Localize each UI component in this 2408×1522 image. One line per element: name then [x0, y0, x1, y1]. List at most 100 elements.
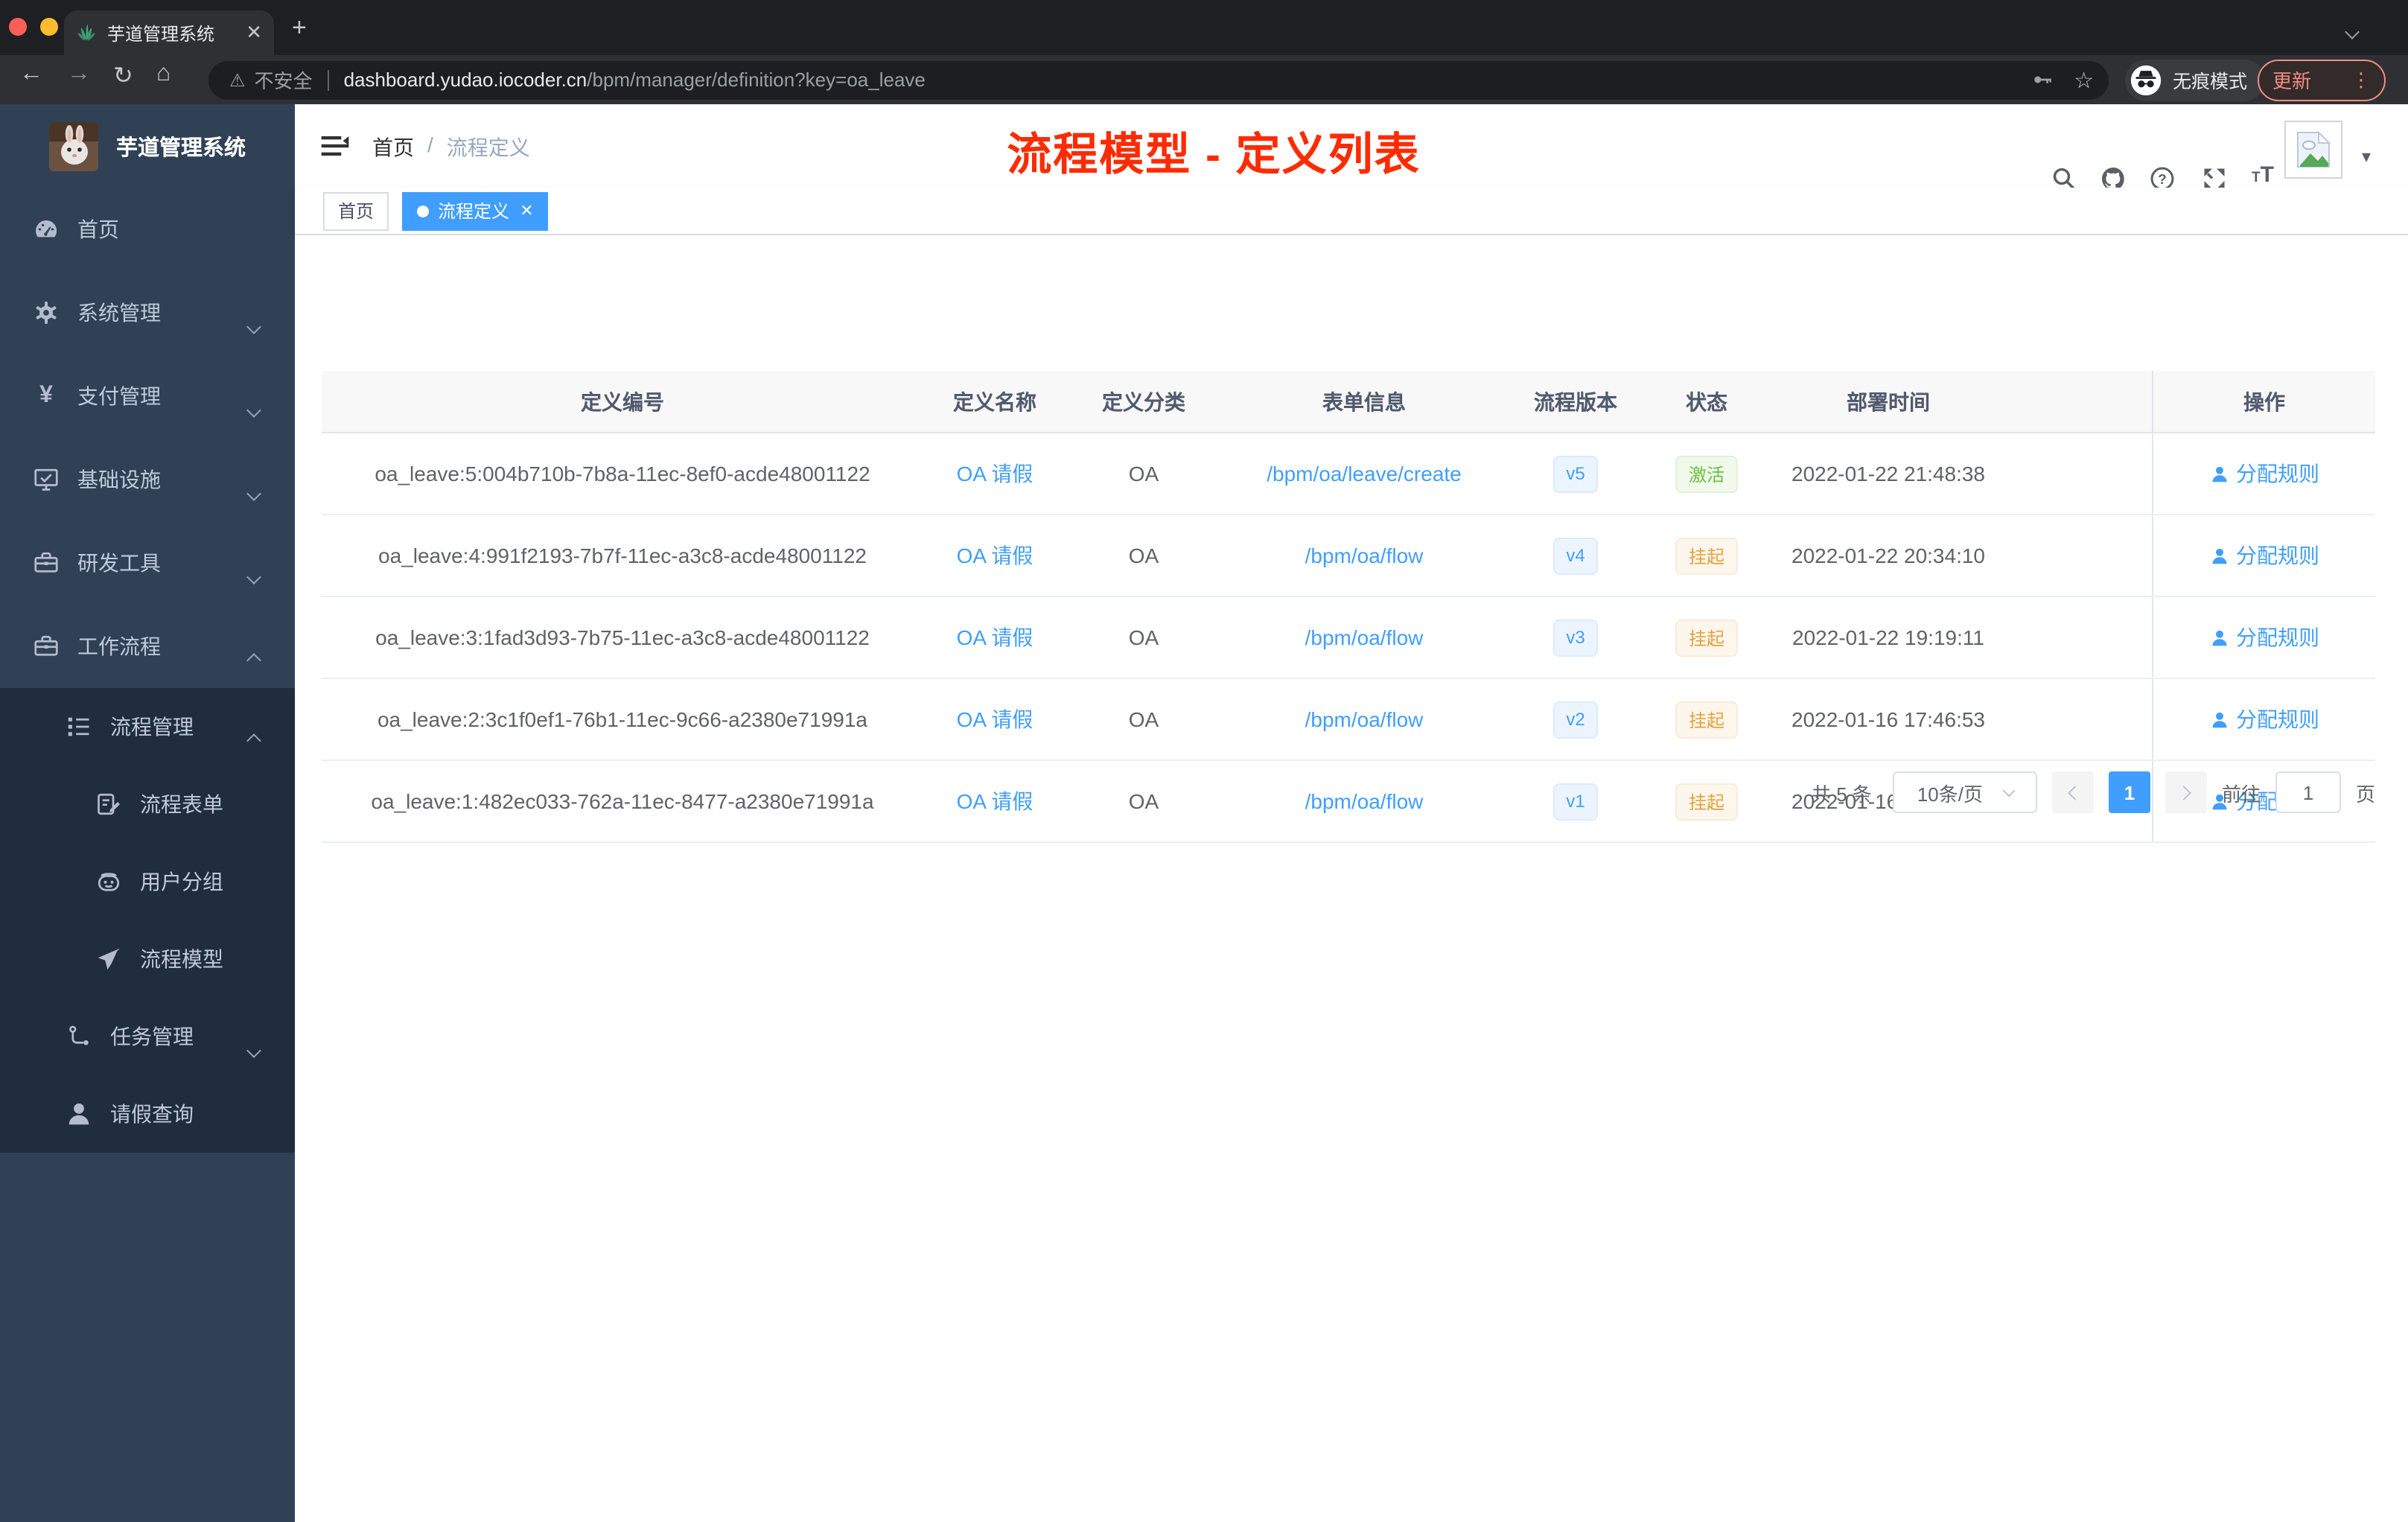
- next-page-button[interactable]: [2165, 771, 2207, 813]
- deploy-time: 2022-01-16 17:46:53: [1791, 707, 1985, 731]
- font-size-icon[interactable]: TT: [2252, 162, 2278, 189]
- gear-icon: [33, 299, 60, 326]
- url-path: /bpm/manager/definition?key=oa_leave: [587, 69, 926, 91]
- sidebar-item-label: 首页: [77, 217, 119, 241]
- sidebar-item-workflow[interactable]: 工作流程: [0, 605, 295, 688]
- sidebar: 芋道管理系统 首页 系统管理 ¥ 支付管理 基础设施 研发工具 工作流程 流程管…: [0, 104, 295, 1522]
- pagination: 共 5 条 10条/页 1 前往 页: [1812, 771, 2375, 813]
- minimize-window-button[interactable]: [40, 18, 58, 36]
- security-label[interactable]: 不安全: [255, 66, 313, 94]
- collapse-sidebar-icon[interactable]: [320, 131, 350, 161]
- tag-process-definition[interactable]: 流程定义 ✕: [402, 191, 549, 230]
- main-area: 首页 / 流程定义 ? TT ▾ 首页 流程定义 ✕ 定义编号 定义名称 定义分…: [295, 104, 2408, 1522]
- user-avatar[interactable]: [2284, 121, 2342, 179]
- sidebar-item-payment-management[interactable]: ¥ 支付管理: [0, 354, 295, 438]
- forward-icon[interactable]: →: [67, 61, 91, 88]
- form-info-link[interactable]: /bpm/oa/flow: [1305, 625, 1424, 649]
- tab-search-icon[interactable]: [2345, 18, 2360, 45]
- password-key-icon[interactable]: [2030, 69, 2053, 91]
- prev-page-button[interactable]: [2051, 771, 2094, 813]
- sidebar-item-task-management[interactable]: 任务管理: [0, 998, 295, 1075]
- definition-name-link[interactable]: OA 请假: [957, 623, 1033, 652]
- menu-dots-icon[interactable]: ⋮: [2351, 68, 2371, 92]
- form-info-link[interactable]: /bpm/oa/flow: [1305, 707, 1424, 731]
- form-info-link[interactable]: /bpm/oa/leave/create: [1267, 462, 1462, 485]
- assign-rule-link[interactable]: 分配规则: [2209, 541, 2319, 570]
- app-logo[interactable]: 芋道管理系统: [0, 104, 295, 188]
- sidebar-item-user-group[interactable]: 用户分组: [0, 843, 295, 920]
- chevron-down-icon: [246, 396, 261, 420]
- definition-category: OA: [1128, 462, 1159, 485]
- sidebar-item-system-management[interactable]: 系统管理: [0, 271, 295, 354]
- tag-home[interactable]: 首页: [323, 191, 389, 230]
- incognito-icon: [2130, 64, 2162, 95]
- page-size-select[interactable]: 10条/页: [1892, 771, 2037, 813]
- browser-tab[interactable]: 芋道管理系统 ✕: [64, 10, 274, 55]
- tag-close-icon[interactable]: ✕: [520, 201, 533, 220]
- url-host: dashboard.yudao.iocoder.cn: [343, 69, 587, 91]
- tab-close-icon[interactable]: ✕: [246, 21, 262, 45]
- update-label: 更新: [2272, 70, 2312, 92]
- current-page-button[interactable]: 1: [2108, 771, 2150, 813]
- sidebar-item-label: 研发工具: [77, 551, 161, 575]
- avatar-dropdown-caret-icon[interactable]: ▾: [2362, 146, 2371, 167]
- version-badge: v5: [1552, 455, 1599, 492]
- sidebar-item-process-form[interactable]: 流程表单: [0, 765, 295, 843]
- sidebar-item-home[interactable]: 首页: [0, 188, 295, 271]
- form-info-link[interactable]: /bpm/oa/flow: [1305, 544, 1424, 567]
- goto-page-input[interactable]: [2275, 771, 2341, 813]
- screen: 芋道管理系统 ✕ + ← → ↻ ⌂ ⚠ 不安全 dashboard.yudao…: [0, 0, 2408, 1522]
- definition-name-link[interactable]: OA 请假: [957, 541, 1033, 570]
- definition-category: OA: [1128, 707, 1159, 731]
- chrome-update-button[interactable]: 更新 ⋮: [2258, 59, 2386, 101]
- sidebar-item-label: 用户分组: [140, 870, 223, 894]
- assign-rule-link[interactable]: 分配规则: [2209, 623, 2319, 652]
- status-badge: 挂起: [1675, 783, 1738, 820]
- browser-toolbar: ← → ↻ ⌂ ⚠ 不安全 dashboard.yudao.iocoder.cn…: [0, 55, 2408, 104]
- definition-id: oa_leave:2:3c1f0ef1-76b1-11ec-9c66-a2380…: [377, 707, 867, 731]
- close-window-button[interactable]: [9, 18, 27, 36]
- status-badge: 激活: [1675, 455, 1738, 492]
- sidebar-item-process-management[interactable]: 流程管理: [0, 688, 295, 765]
- definition-category: OA: [1128, 625, 1159, 649]
- form-info-link[interactable]: /bpm/oa/flow: [1305, 789, 1424, 813]
- col-status: 状态: [1686, 389, 1727, 413]
- version-badge: v4: [1552, 537, 1599, 574]
- version-badge: v1: [1552, 783, 1599, 820]
- tree-icon: [66, 1023, 92, 1050]
- col-deploy-time: 部署时间: [1847, 389, 1930, 413]
- user-icon: [2209, 464, 2229, 483]
- definition-name-link[interactable]: OA 请假: [957, 459, 1033, 488]
- col-process-version: 流程版本: [1534, 389, 1617, 413]
- definition-category: OA: [1128, 544, 1159, 567]
- toolbox-icon: [33, 550, 60, 576]
- active-dot: [417, 205, 430, 217]
- address-bar[interactable]: ⚠ 不安全 dashboard.yudao.iocoder.cn/bpm/man…: [208, 60, 2109, 99]
- definition-category: OA: [1128, 789, 1159, 813]
- col-definition-id: 定义编号: [581, 389, 664, 413]
- deploy-time: 2022-01-22 19:19:11: [1792, 625, 1984, 649]
- divider: [327, 69, 329, 90]
- breadcrumb-home[interactable]: 首页: [372, 133, 414, 162]
- new-tab-button[interactable]: +: [292, 13, 307, 43]
- sidebar-item-infrastructure[interactable]: 基础设施: [0, 438, 295, 521]
- reload-icon[interactable]: ↻: [113, 61, 133, 91]
- home-icon[interactable]: ⌂: [156, 61, 171, 88]
- sidebar-item-process-model[interactable]: 流程模型: [0, 920, 295, 998]
- bookmark-star-icon[interactable]: ☆: [2074, 66, 2094, 93]
- sidebar-item-dev-tools[interactable]: 研发工具: [0, 521, 295, 605]
- definition-name-link[interactable]: OA 请假: [957, 786, 1033, 816]
- back-icon[interactable]: ←: [19, 61, 43, 88]
- sidebar-item-label: 工作流程: [77, 634, 161, 658]
- people-icon: [95, 868, 122, 895]
- col-action: 操作: [2152, 371, 2375, 432]
- sidebar-item-label: 流程模型: [140, 947, 223, 971]
- assign-rule-link[interactable]: 分配规则: [2209, 704, 2319, 734]
- chevron-up-icon: [246, 727, 261, 751]
- chevron-down-icon: [246, 480, 261, 503]
- assign-rule-link[interactable]: 分配规则: [2209, 459, 2319, 488]
- broken-image-icon: [2286, 122, 2341, 177]
- definition-name-link[interactable]: OA 请假: [957, 704, 1033, 734]
- browser-tabstrip: 芋道管理系统 ✕ +: [0, 0, 2408, 55]
- sidebar-item-leave-query[interactable]: 请假查询: [0, 1075, 295, 1153]
